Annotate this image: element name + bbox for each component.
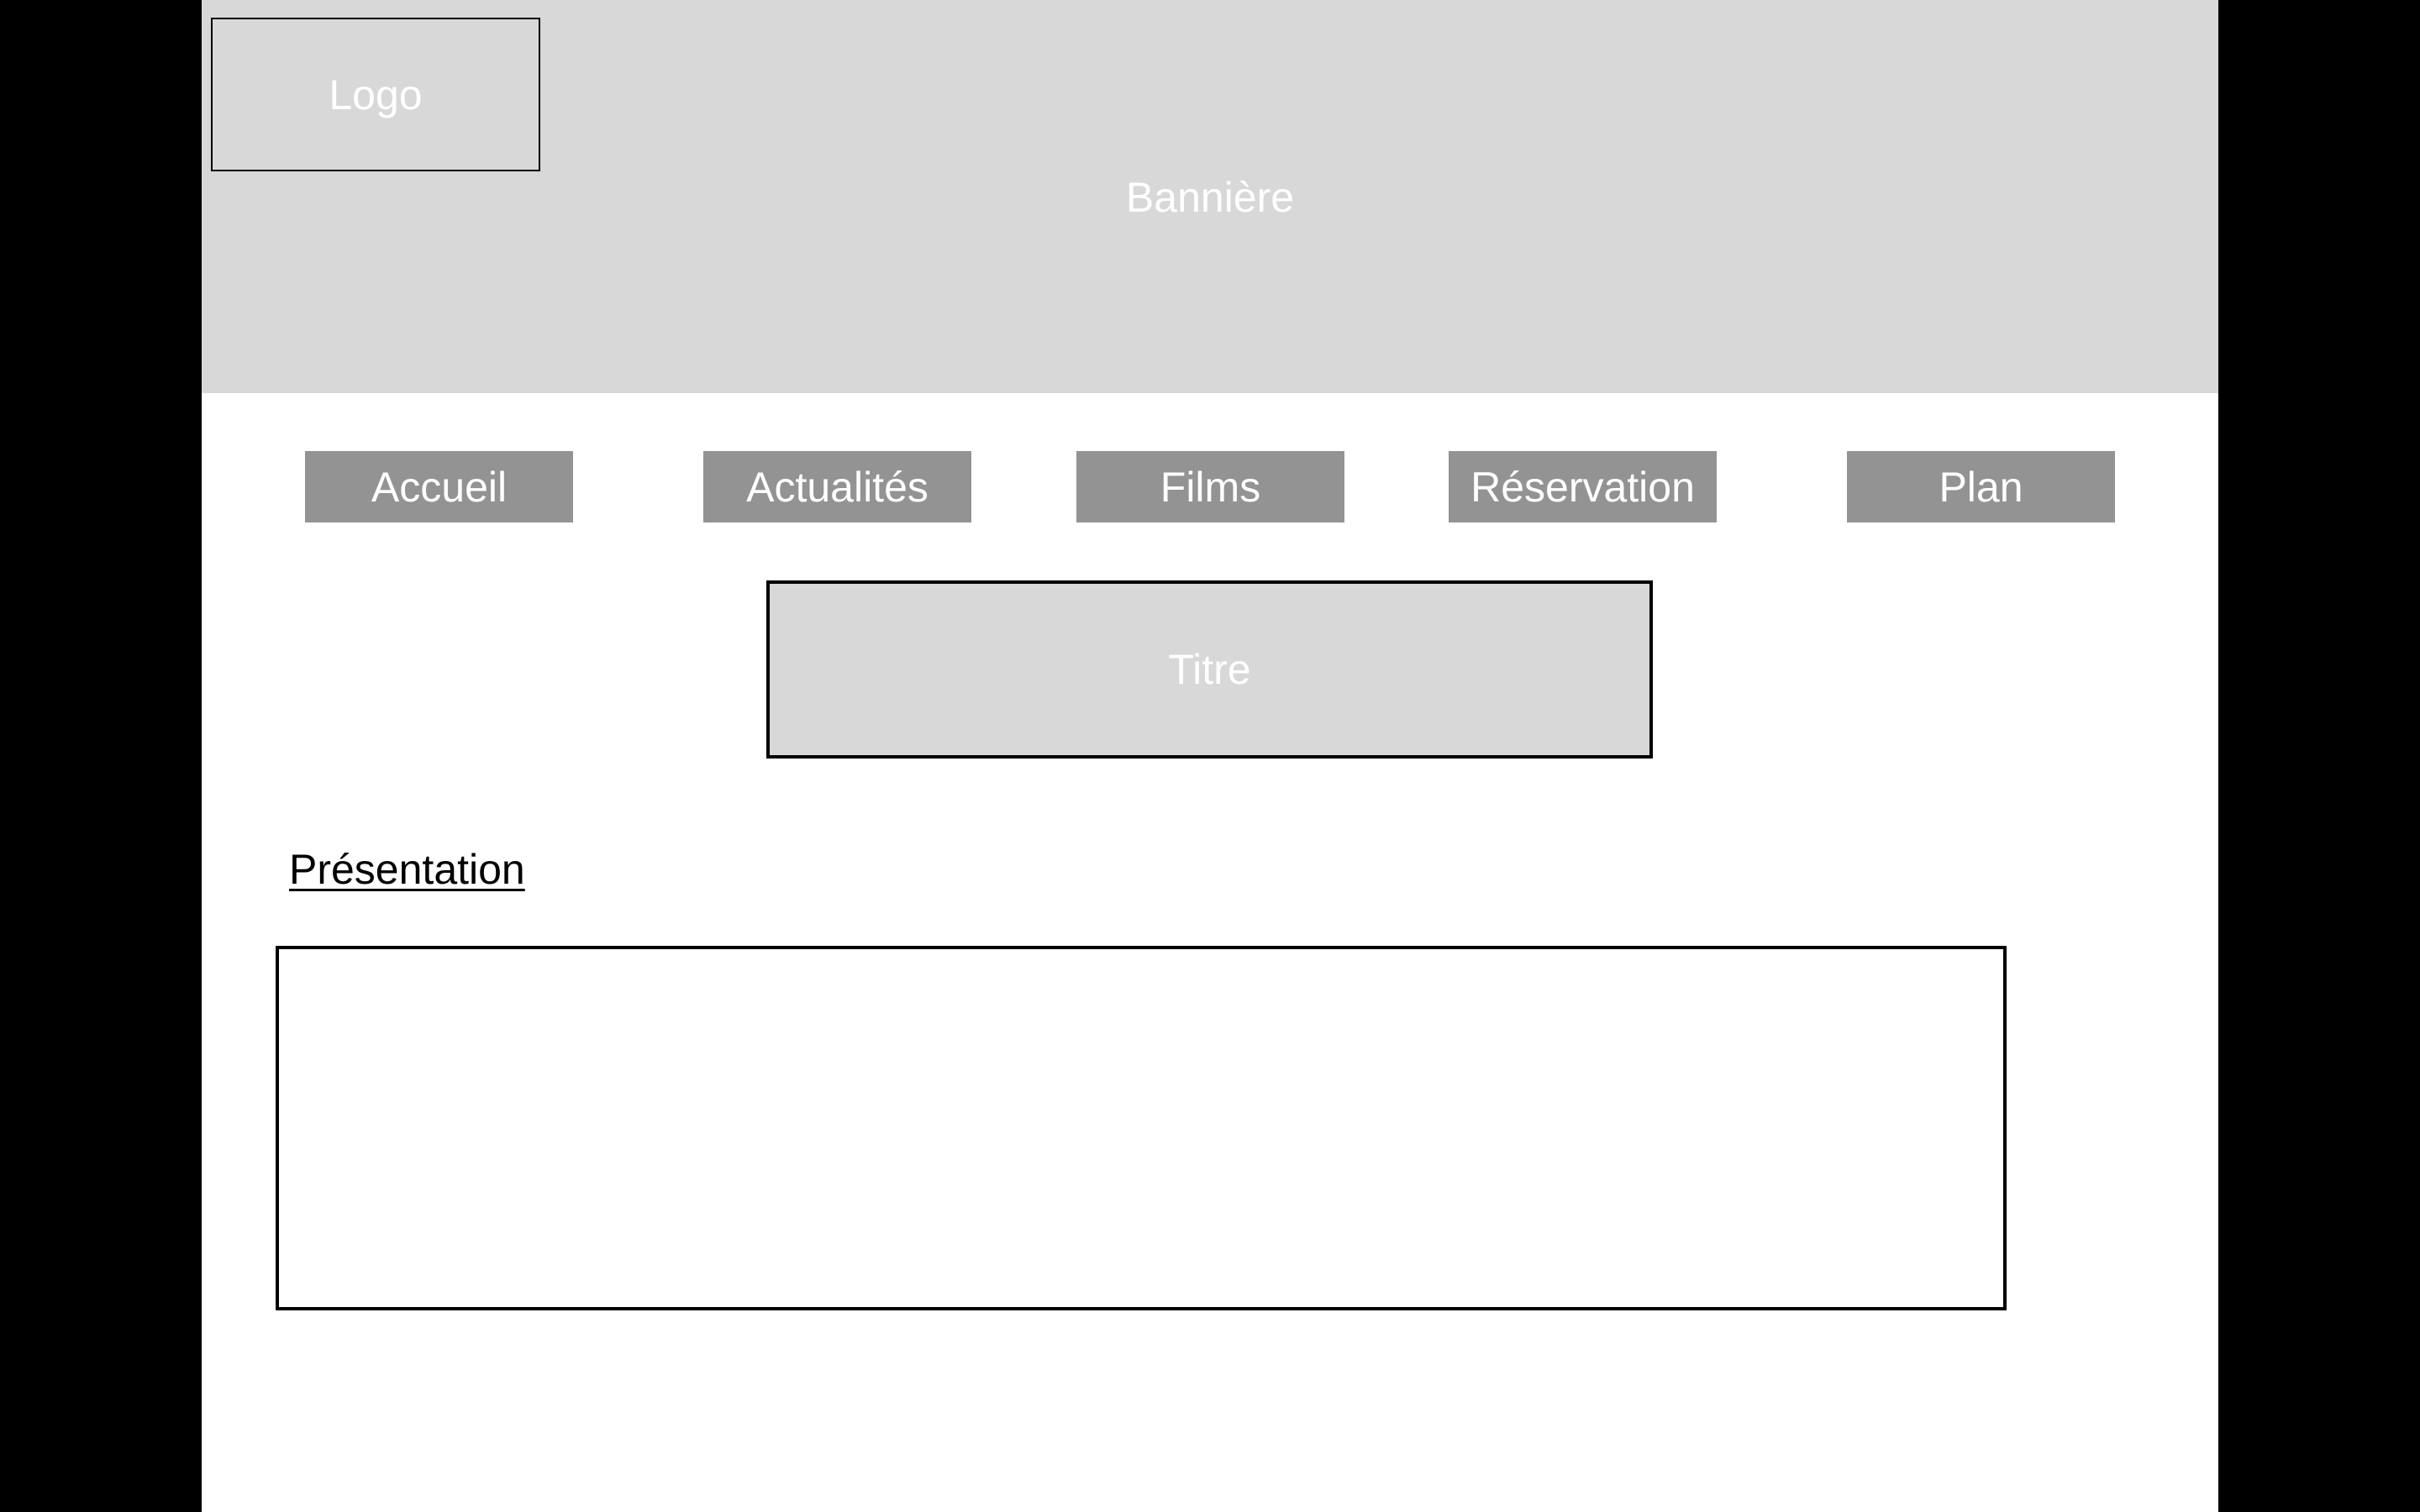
page-title: Titre <box>1168 646 1251 693</box>
nav-item-accueil[interactable]: Accueil <box>305 451 573 522</box>
nav-item-reservation[interactable]: Réservation <box>1449 451 1717 522</box>
logo-label: Logo <box>329 71 423 118</box>
section-heading-presentation: Présentation <box>289 846 525 893</box>
nav-item-label: Réservation <box>1470 463 1695 511</box>
nav-item-actualites[interactable]: Actualités <box>703 451 971 522</box>
nav-item-label: Films <box>1160 463 1261 511</box>
nav-item-label: Plan <box>1939 463 2023 511</box>
page-canvas: Bannière Logo Accueil Actualités Films R… <box>202 0 2218 1512</box>
logo-placeholder[interactable]: Logo <box>211 18 540 171</box>
banner: Bannière Logo <box>202 0 2218 393</box>
nav-item-label: Accueil <box>371 463 508 511</box>
page-title-box: Titre <box>766 580 1653 759</box>
nav-item-label: Actualités <box>746 463 929 511</box>
presentation-content-box <box>276 946 2007 1310</box>
nav-item-plan[interactable]: Plan <box>1847 451 2115 522</box>
nav-item-films[interactable]: Films <box>1076 451 1344 522</box>
banner-label: Bannière <box>1125 174 1295 221</box>
